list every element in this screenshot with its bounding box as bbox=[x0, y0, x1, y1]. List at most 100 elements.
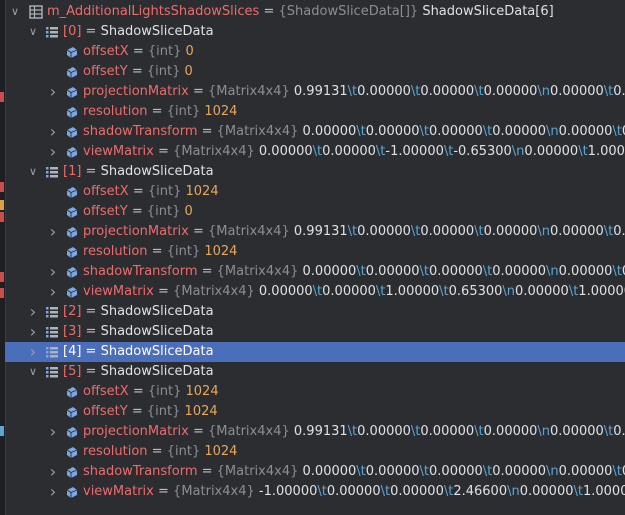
tree-field-row[interactable]: resolution = {int} 1024 bbox=[5, 442, 625, 462]
variable-value: ShadowSliceData bbox=[100, 324, 214, 339]
list-icon bbox=[46, 307, 58, 318]
variable-name: shadowTransform bbox=[83, 264, 198, 279]
array-table-icon bbox=[29, 5, 43, 19]
variable-type: {int} bbox=[146, 64, 181, 79]
field-icon bbox=[66, 67, 78, 78]
field-icon bbox=[66, 487, 78, 498]
list-icon bbox=[46, 27, 58, 38]
variable-name: projectionMatrix bbox=[83, 224, 189, 239]
tree-field-row[interactable]: offsetX = {int} 1024 bbox=[5, 182, 625, 202]
root-variable-type: {ShadowSliceData[]} bbox=[278, 4, 419, 19]
field-icon bbox=[66, 247, 78, 258]
chevron-down-icon[interactable]: ∨ bbox=[27, 162, 39, 182]
chevron-right-icon[interactable]: › bbox=[47, 482, 59, 502]
chevron-right-icon[interactable]: › bbox=[47, 462, 59, 482]
tree-element-row[interactable]: › [2] = ShadowSliceData bbox=[5, 302, 625, 322]
variable-value: 1024 bbox=[204, 104, 238, 119]
variable-type: {Matrix4x4} bbox=[173, 144, 255, 159]
field-icon bbox=[66, 227, 78, 238]
variable-type: {int} bbox=[147, 184, 182, 199]
variable-type: {Matrix4x4} bbox=[208, 424, 290, 439]
field-icon bbox=[66, 87, 78, 98]
variable-name: offsetY bbox=[83, 64, 128, 79]
variable-name: offsetX bbox=[83, 44, 129, 59]
field-icon bbox=[66, 147, 78, 158]
variable-value: 0.00000\t0.00000\t0.00000\t0.00000\n0.00… bbox=[302, 264, 625, 279]
variable-value: ShadowSliceData bbox=[100, 24, 214, 39]
tree-field-row[interactable]: › shadowTransform = {Matrix4x4} 0.00000\t… bbox=[5, 262, 625, 282]
variable-name: projectionMatrix bbox=[83, 424, 189, 439]
chevron-right-icon[interactable]: › bbox=[27, 342, 39, 362]
variable-type: {Matrix4x4} bbox=[208, 224, 290, 239]
variable-type: {int} bbox=[166, 244, 201, 259]
tree-field-row[interactable]: › projectionMatrix = {Matrix4x4} 0.99131\… bbox=[5, 222, 625, 242]
tree-element-row[interactable]: › [3] = ShadowSliceData bbox=[5, 322, 625, 342]
variable-name: viewMatrix bbox=[83, 484, 154, 499]
variable-type: {Matrix4x4} bbox=[216, 124, 299, 139]
gutter-marker bbox=[0, 426, 4, 436]
variable-name: offsetX bbox=[83, 384, 129, 399]
gutter-marker bbox=[0, 272, 4, 282]
tree-field-row[interactable]: resolution = {int} 1024 bbox=[5, 102, 625, 122]
variable-name: offsetY bbox=[83, 204, 128, 219]
variable-value: 1024 bbox=[185, 384, 219, 399]
tree-field-row[interactable]: offsetY = {int} 0 bbox=[5, 62, 625, 82]
tree-field-row[interactable]: offsetX = {int} 1024 bbox=[5, 382, 625, 402]
variable-value: ShadowSliceData bbox=[100, 364, 214, 379]
variable-type: {Matrix4x4} bbox=[173, 284, 255, 299]
variable-value: 0.00000\t0.00000\t0.00000\t0.00000\n0.00… bbox=[302, 124, 625, 139]
tree-element-row[interactable]: › [4] = ShadowSliceData bbox=[5, 342, 625, 362]
gutter-marker bbox=[0, 288, 4, 298]
chevron-right-icon[interactable]: › bbox=[27, 322, 39, 342]
field-icon bbox=[66, 107, 78, 118]
chevron-down-icon[interactable]: ∨ bbox=[27, 22, 39, 42]
field-icon bbox=[66, 427, 78, 438]
variable-name: shadowTransform bbox=[83, 124, 198, 139]
tree-field-row[interactable]: offsetY = {int} 0 bbox=[5, 202, 625, 222]
list-icon bbox=[46, 167, 58, 178]
variable-type: {int} bbox=[166, 104, 201, 119]
variable-type: {int} bbox=[146, 404, 181, 419]
variable-name: offsetX bbox=[83, 184, 129, 199]
variable-name: shadowTransform bbox=[83, 464, 198, 479]
tree-field-row[interactable]: › shadowTransform = {Matrix4x4} 0.00000\t… bbox=[5, 462, 625, 482]
list-icon bbox=[46, 367, 58, 378]
tree-field-row[interactable]: › shadowTransform = {Matrix4x4} 0.00000\t… bbox=[5, 122, 625, 142]
tree-element-row[interactable]: ∨ [5] = ShadowSliceData bbox=[5, 362, 625, 382]
tree-field-row[interactable]: › projectionMatrix = {Matrix4x4} 0.99131\… bbox=[5, 82, 625, 102]
variable-value: 0 bbox=[184, 64, 193, 79]
tree-field-row[interactable]: resolution = {int} 1024 bbox=[5, 242, 625, 262]
variable-value: 1024 bbox=[184, 404, 218, 419]
chevron-right-icon[interactable]: › bbox=[47, 222, 59, 242]
tree-field-row[interactable]: › viewMatrix = {Matrix4x4} 0.00000\t0.000… bbox=[5, 142, 625, 162]
chevron-right-icon[interactable]: › bbox=[47, 262, 59, 282]
root-variable-name: m_AdditionalLightsShadowSlices bbox=[47, 4, 260, 19]
tree-field-row[interactable]: offsetY = {int} 1024 bbox=[5, 402, 625, 422]
field-icon bbox=[66, 407, 78, 418]
chevron-down-icon[interactable]: ∨ bbox=[9, 2, 21, 22]
field-icon bbox=[66, 467, 78, 478]
field-icon bbox=[66, 447, 78, 458]
variable-type: {int} bbox=[166, 444, 201, 459]
chevron-right-icon[interactable]: › bbox=[47, 122, 59, 142]
chevron-right-icon[interactable]: › bbox=[47, 422, 59, 442]
tree-field-row[interactable]: offsetX = {int} 0 bbox=[5, 42, 625, 62]
chevron-right-icon[interactable]: › bbox=[27, 302, 39, 322]
tree-element-row[interactable]: ∨ [0] = ShadowSliceData bbox=[5, 22, 625, 42]
variable-name: offsetY bbox=[83, 404, 128, 419]
variable-value: 0.00000\t0.00000\t-1.00000\t-0.65300\n0.… bbox=[258, 144, 625, 159]
variable-name: [4] bbox=[63, 344, 82, 359]
tree-element-row[interactable]: ∨ [1] = ShadowSliceData bbox=[5, 162, 625, 182]
tree-field-row[interactable]: › projectionMatrix = {Matrix4x4} 0.99131\… bbox=[5, 422, 625, 442]
chevron-right-icon[interactable]: › bbox=[47, 82, 59, 102]
chevron-right-icon[interactable]: › bbox=[47, 142, 59, 162]
variable-type: {Matrix4x4} bbox=[173, 484, 255, 499]
tree-field-row[interactable]: › viewMatrix = {Matrix4x4} -1.00000\t0.00… bbox=[5, 482, 625, 502]
tree-field-row[interactable]: › viewMatrix = {Matrix4x4} 0.00000\t0.000… bbox=[5, 282, 625, 302]
variable-value: 1024 bbox=[204, 444, 238, 459]
chevron-down-icon[interactable]: ∨ bbox=[27, 362, 39, 382]
tree-root-row[interactable]: ∨ m_AdditionalLightsShadowSlices = {Shad… bbox=[5, 2, 625, 22]
variable-name: resolution bbox=[83, 244, 148, 259]
chevron-right-icon[interactable]: › bbox=[47, 282, 59, 302]
gutter-marker bbox=[0, 212, 4, 222]
